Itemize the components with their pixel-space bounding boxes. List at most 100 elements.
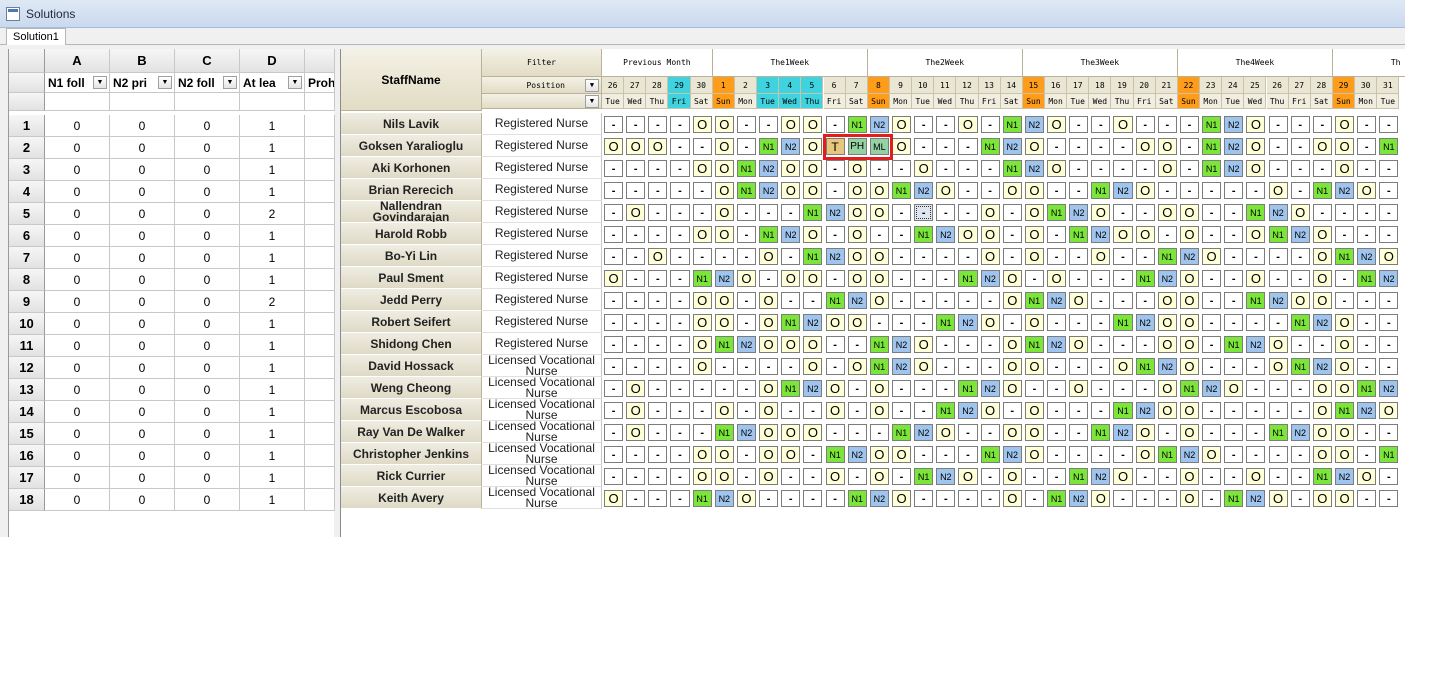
shift-cell[interactable]: O [759, 424, 779, 441]
staff-position[interactable]: Licensed Vocational Nurse [482, 355, 602, 377]
shift-cell[interactable]: - [781, 402, 801, 419]
day-number-header[interactable]: 28 [1310, 77, 1333, 94]
shift-cell[interactable]: N2 [869, 490, 889, 507]
shift-cell[interactable]: - [1002, 204, 1022, 221]
shift-cell[interactable]: O [1157, 402, 1177, 419]
shift-cell[interactable]: - [914, 270, 934, 287]
data-cell[interactable]: 0 [45, 357, 110, 379]
shift-cell[interactable]: - [980, 160, 1000, 177]
shift-cell[interactable]: - [626, 490, 646, 507]
shift-cell[interactable]: - [1290, 380, 1310, 397]
shift-cell[interactable]: - [1379, 116, 1399, 133]
shift-cell[interactable]: - [1157, 182, 1177, 199]
shift-cell[interactable]: - [1268, 248, 1288, 265]
day-number-header[interactable]: 21 [1155, 77, 1178, 94]
shift-cell[interactable]: O [1002, 336, 1022, 353]
shift-cell[interactable]: O [626, 380, 646, 397]
staff-name[interactable]: Marcus Escobosa [341, 399, 482, 421]
shift-cell[interactable]: O [1157, 160, 1177, 177]
staff-position[interactable]: Registered Nurse [482, 289, 602, 311]
shift-cell[interactable]: O [847, 160, 867, 177]
shift-cell[interactable]: N1 [936, 402, 956, 419]
shift-cell[interactable]: - [1357, 314, 1377, 331]
shift-cell[interactable]: O [1135, 138, 1155, 155]
shift-cell[interactable]: N2 [869, 116, 889, 133]
shift-cell[interactable]: - [1202, 402, 1222, 419]
shift-cell[interactable]: - [1312, 160, 1332, 177]
shift-cell[interactable]: - [648, 358, 668, 375]
shift-cell[interactable]: - [648, 380, 668, 397]
shift-cell[interactable]: - [1069, 402, 1089, 419]
shift-cell[interactable]: N2 [714, 270, 734, 287]
shift-cell[interactable]: - [1290, 160, 1310, 177]
shift-cell[interactable]: N2 [803, 380, 823, 397]
shift-cell[interactable]: O [1002, 292, 1022, 309]
staff-position[interactable]: Registered Nurse [482, 333, 602, 355]
shift-cell[interactable]: O [1268, 336, 1288, 353]
shift-cell[interactable]: O [1334, 116, 1355, 133]
shift-cell[interactable]: - [958, 490, 978, 507]
data-cell[interactable]: 0 [110, 137, 175, 159]
shift-cell[interactable]: N1 [869, 336, 889, 353]
shift-cell[interactable]: O [980, 226, 1000, 243]
shift-cell[interactable]: O [869, 380, 889, 397]
shift-cell[interactable]: - [1047, 314, 1067, 331]
shift-cell[interactable]: - [1379, 358, 1399, 375]
shift-cell[interactable]: - [1113, 336, 1133, 353]
shift-cell[interactable]: - [847, 380, 867, 397]
shift-cell[interactable]: - [936, 292, 956, 309]
shift-cell[interactable]: O [714, 468, 734, 485]
shift-cell[interactable]: - [825, 336, 845, 353]
shift-cell[interactable]: N1 [1002, 116, 1022, 133]
shift-cell[interactable]: - [1334, 292, 1355, 309]
shift-cell[interactable]: - [936, 336, 956, 353]
shift-cell[interactable]: - [1113, 292, 1133, 309]
shift-cell[interactable]: O [1113, 226, 1133, 243]
staff-name[interactable]: Paul Sment [341, 267, 482, 289]
empty-cell[interactable] [305, 137, 335, 159]
shift-cell[interactable]: O [980, 402, 1000, 419]
shift-cell[interactable]: N1 [736, 182, 757, 199]
shift-cell[interactable]: O [1113, 358, 1133, 375]
data-cell[interactable]: 0 [45, 445, 110, 467]
shift-cell[interactable]: O [759, 380, 779, 397]
chevron-down-icon[interactable]: ▼ [93, 76, 107, 89]
shift-cell[interactable]: - [1224, 424, 1244, 441]
shift-cell[interactable]: O [1024, 204, 1044, 221]
shift-cell[interactable]: - [825, 270, 845, 287]
shift-cell[interactable]: - [1379, 468, 1399, 485]
day-number-header[interactable]: 27 [624, 77, 647, 94]
shift-cell[interactable]: O [714, 116, 734, 133]
shift-cell[interactable]: N1 [1179, 380, 1200, 397]
shift-cell[interactable]: N2 [980, 270, 1000, 287]
shift-cell[interactable]: - [803, 402, 823, 419]
shift-cell[interactable]: O [1024, 226, 1044, 243]
shift-cell[interactable]: - [1091, 446, 1111, 463]
shift-cell[interactable]: N1 [1224, 336, 1244, 353]
shift-cell[interactable]: O [847, 358, 867, 375]
shift-cell[interactable]: O [847, 248, 867, 265]
shift-cell[interactable]: - [1091, 116, 1111, 133]
shift-cell[interactable]: O [1268, 490, 1288, 507]
data-cell[interactable]: 0 [110, 203, 175, 225]
shift-cell[interactable]: - [803, 490, 823, 507]
staff-position[interactable]: Licensed Vocational Nurse [482, 421, 602, 443]
shift-cell[interactable]: N1 [980, 446, 1000, 463]
shift-cell[interactable]: - [1268, 402, 1288, 419]
shift-cell[interactable]: - [692, 204, 712, 221]
shift-cell[interactable]: - [1379, 490, 1399, 507]
shift-cell[interactable]: O [803, 226, 823, 243]
staff-name[interactable]: Jedd Perry [341, 289, 482, 311]
day-number-header[interactable]: 29 [1332, 77, 1356, 94]
shift-cell[interactable]: - [1357, 424, 1377, 441]
shift-cell[interactable]: - [1224, 226, 1244, 243]
shift-cell[interactable]: - [648, 402, 668, 419]
shift-cell[interactable]: - [670, 292, 690, 309]
shift-cell[interactable]: N2 [958, 402, 978, 419]
shift-cell[interactable]: N2 [1379, 380, 1399, 397]
chevron-down-icon[interactable]: ▼ [223, 76, 237, 89]
shift-cell[interactable]: O [847, 226, 867, 243]
shift-cell[interactable]: O [1246, 160, 1266, 177]
shift-cell[interactable]: O [692, 116, 712, 133]
day-number-header[interactable]: 26 [602, 77, 625, 94]
